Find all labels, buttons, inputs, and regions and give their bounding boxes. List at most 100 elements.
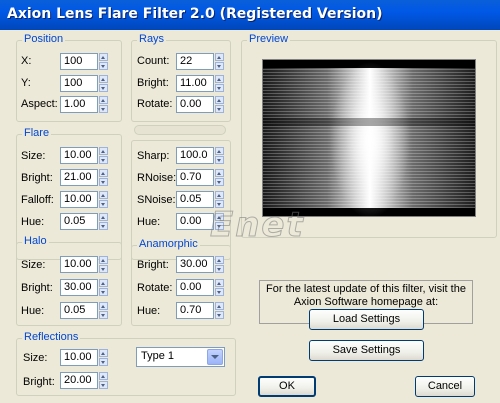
flare-size-spinner[interactable] [99, 147, 108, 164]
reflections-bright-spinner[interactable] [99, 372, 108, 389]
rays-bright-spinner[interactable] [215, 75, 224, 92]
anamorphic-bright-spinner[interactable] [215, 256, 224, 273]
flare-falloff-input[interactable]: 10.00 [60, 191, 98, 208]
flare-hue-spinner[interactable] [99, 213, 108, 230]
spin-down-icon[interactable] [99, 156, 108, 164]
flare-hue-input[interactable]: 0.05 [60, 213, 98, 230]
spin-down-icon[interactable] [215, 156, 224, 164]
reflections-size-input[interactable]: 10.00 [60, 349, 98, 366]
spin-up-icon[interactable] [99, 349, 108, 357]
flare-bright-input[interactable]: 21.00 [60, 169, 98, 186]
rays-bright-label: Bright: [137, 77, 169, 89]
spin-up-icon[interactable] [215, 256, 224, 264]
halo-hue-spinner[interactable] [99, 302, 108, 319]
spin-up-icon[interactable] [99, 213, 108, 221]
rays-sharp-spinner[interactable] [215, 147, 224, 164]
rays-rnoise-input[interactable]: 0.70 [176, 169, 214, 186]
rays-snoise-input[interactable]: 0.05 [176, 191, 214, 208]
position-y-input[interactable]: 100 [60, 75, 98, 92]
rays-rnoise-label: RNoise: [137, 172, 177, 184]
spin-down-icon[interactable] [99, 178, 108, 186]
spin-up-icon[interactable] [215, 96, 224, 104]
spin-down-icon[interactable] [215, 62, 224, 70]
spin-up-icon[interactable] [99, 53, 108, 61]
position-aspect-input[interactable]: 1.00 [60, 96, 98, 113]
flare-falloff-spinner[interactable] [99, 191, 108, 208]
halo-bright-spinner[interactable] [99, 279, 108, 296]
spin-up-icon[interactable] [99, 96, 108, 104]
preview-image [262, 59, 476, 217]
spin-down-icon[interactable] [99, 265, 108, 273]
rays-rnoise-spinner[interactable] [215, 169, 224, 186]
spin-down-icon[interactable] [99, 222, 108, 230]
rays-hue-label: Hue: [137, 216, 161, 228]
rays-sharp-input[interactable]: 100.0 [176, 147, 214, 164]
position-x-spinner[interactable] [99, 53, 108, 70]
spin-up-icon[interactable] [215, 191, 224, 199]
chevron-down-icon[interactable] [207, 349, 223, 365]
halo-bright-input[interactable]: 30.00 [60, 279, 98, 296]
spin-down-icon[interactable] [99, 288, 108, 296]
spin-down-icon[interactable] [99, 105, 108, 113]
rays-bright-input[interactable]: 11.00 [176, 75, 214, 92]
spin-down-icon[interactable] [99, 358, 108, 366]
anamorphic-rotate-input[interactable]: 0.00 [176, 279, 214, 296]
spin-up-icon[interactable] [99, 75, 108, 83]
halo-size-input[interactable]: 10.00 [60, 256, 98, 273]
cancel-button[interactable]: Cancel [415, 376, 475, 397]
position-aspect-spinner[interactable] [99, 96, 108, 113]
spin-down-icon[interactable] [99, 200, 108, 208]
spin-down-icon[interactable] [99, 84, 108, 92]
spin-up-icon[interactable] [215, 147, 224, 155]
position-x-input[interactable]: 100 [60, 53, 98, 70]
spin-up-icon[interactable] [99, 372, 108, 380]
spin-up-icon[interactable] [99, 256, 108, 264]
spin-down-icon[interactable] [215, 288, 224, 296]
anamorphic-rotate-label: Rotate: [137, 282, 173, 294]
spin-down-icon[interactable] [99, 62, 108, 70]
title-bar[interactable]: Axion Lens Flare Filter 2.0 (Registered … [0, 0, 500, 31]
load-settings-button[interactable]: Load Settings [309, 309, 424, 330]
flare-size-label: Size: [21, 150, 46, 162]
anamorphic-hue-input[interactable]: 0.70 [176, 302, 214, 319]
spin-down-icon[interactable] [215, 84, 224, 92]
spin-up-icon[interactable] [99, 302, 108, 310]
spin-up-icon[interactable] [99, 279, 108, 287]
spin-up-icon[interactable] [99, 191, 108, 199]
spin-down-icon[interactable] [215, 311, 224, 319]
rays-rotate-spinner[interactable] [215, 96, 224, 113]
anamorphic-bright-input[interactable]: 30.00 [176, 256, 214, 273]
flare-caption: Flare [22, 127, 52, 139]
rays-count-input[interactable]: 22 [176, 53, 214, 70]
anamorphic-rotate-spinner[interactable] [215, 279, 224, 296]
spin-up-icon[interactable] [99, 147, 108, 155]
anamorphic-hue-spinner[interactable] [215, 302, 224, 319]
spin-up-icon[interactable] [215, 53, 224, 61]
spin-up-icon[interactable] [99, 169, 108, 177]
flare-size-input[interactable]: 10.00 [60, 147, 98, 164]
rays-rotate-input[interactable]: 0.00 [176, 96, 214, 113]
reflections-size-spinner[interactable] [99, 349, 108, 366]
rays-hue-input[interactable]: 0.00 [176, 213, 214, 230]
save-settings-button[interactable]: Save Settings [309, 340, 424, 361]
halo-hue-input[interactable]: 0.05 [60, 302, 98, 319]
spin-up-icon[interactable] [215, 302, 224, 310]
reflections-type-select[interactable]: Type 1 [136, 347, 225, 367]
reflections-bright-input[interactable]: 20.00 [60, 372, 98, 389]
position-caption: Position [22, 33, 66, 45]
halo-size-spinner[interactable] [99, 256, 108, 273]
dialog-body: Position X: 100 Y: 100 Aspect: 1.00 Rays… [0, 30, 500, 403]
rays-count-spinner[interactable] [215, 53, 224, 70]
spin-down-icon[interactable] [99, 311, 108, 319]
ok-button[interactable]: OK [258, 376, 316, 397]
position-y-spinner[interactable] [99, 75, 108, 92]
spin-down-icon[interactable] [215, 178, 224, 186]
spin-down-icon[interactable] [99, 381, 108, 389]
spin-down-icon[interactable] [215, 105, 224, 113]
spin-up-icon[interactable] [215, 75, 224, 83]
halo-caption: Halo [22, 235, 49, 247]
spin-up-icon[interactable] [215, 169, 224, 177]
flare-bright-spinner[interactable] [99, 169, 108, 186]
spin-up-icon[interactable] [215, 279, 224, 287]
spin-down-icon[interactable] [215, 265, 224, 273]
